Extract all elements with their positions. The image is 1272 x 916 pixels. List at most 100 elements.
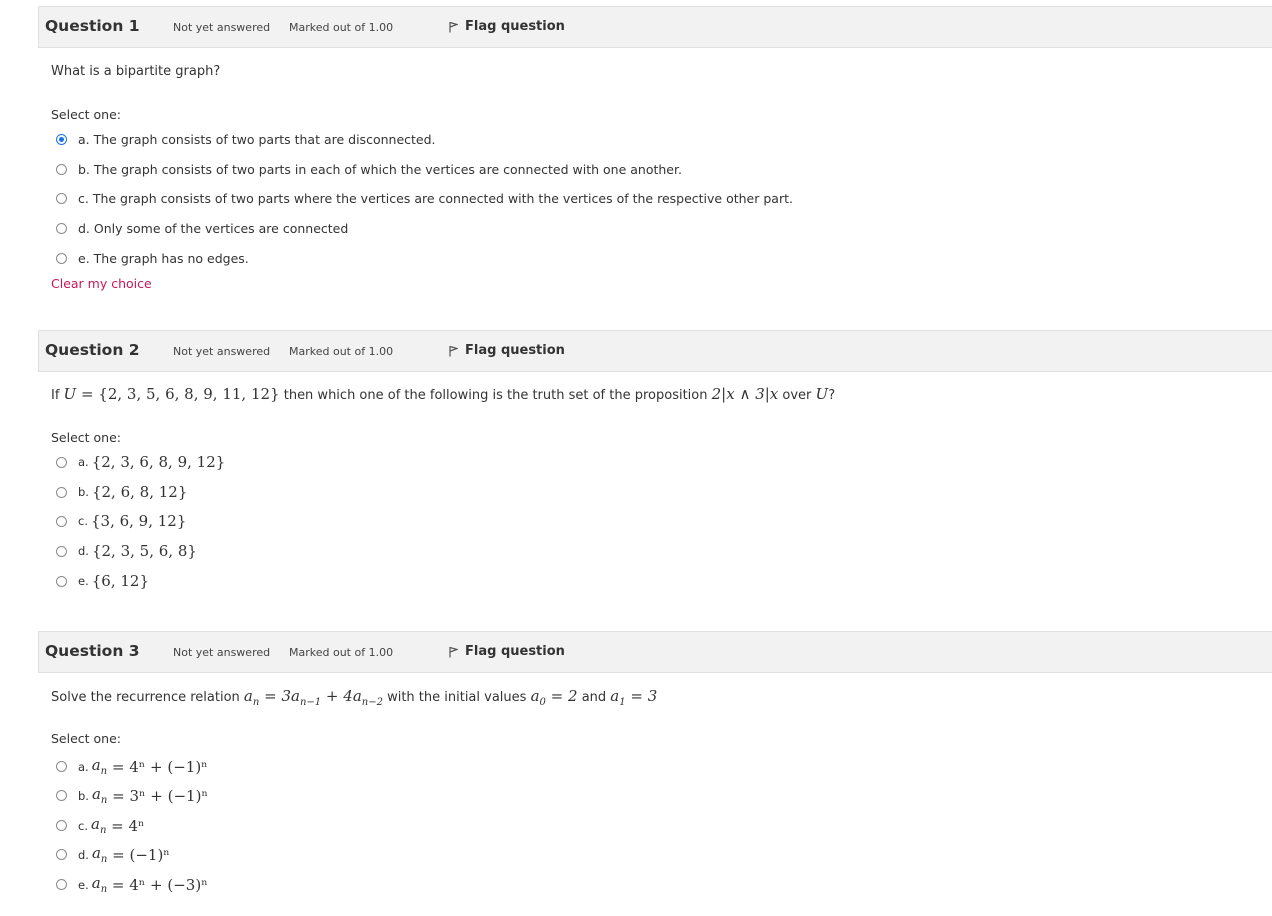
option-rhs: (−1)ⁿ xyxy=(129,845,170,864)
flag-question-label: Flag question xyxy=(465,19,565,34)
q3-option-d[interactable]: d. an = (−1)ⁿ xyxy=(56,844,170,865)
question-2-header: Question 2 Not yet answered Marked out o… xyxy=(38,330,1272,372)
q1-option-c[interactable]: c. The graph consists of two parts where… xyxy=(56,191,793,206)
option-math: {2, 6, 8, 12} xyxy=(91,483,188,501)
q3-option-b[interactable]: b. an = 3ⁿ + (−1)ⁿ xyxy=(56,785,208,806)
radio-button[interactable] xyxy=(56,193,67,204)
q1-option-d[interactable]: d. Only some of the vertices are connect… xyxy=(56,221,348,236)
option-label: e. The graph has no edges. xyxy=(78,251,249,266)
q3-option-e[interactable]: e. an = 4ⁿ + (−3)ⁿ xyxy=(56,874,208,895)
radio-button[interactable] xyxy=(56,879,67,890)
radio-button[interactable] xyxy=(56,456,67,468)
radio-button[interactable] xyxy=(56,820,67,831)
question-mark: Marked out of 1.00 xyxy=(289,345,394,358)
question-state: Not yet answered xyxy=(173,345,271,358)
math-recurrence: an = 3an−1 + 4an−2 xyxy=(243,687,383,708)
radio-button[interactable] xyxy=(56,164,67,175)
math-proposition: 2|x ∧ 3|x xyxy=(711,385,779,403)
flag-question-button[interactable]: Flag question xyxy=(449,343,565,358)
q1-option-a[interactable]: a. The graph consists of two parts that … xyxy=(56,132,436,147)
radio-button[interactable] xyxy=(56,545,67,557)
option-letter: c. xyxy=(78,514,88,528)
question-1-text: What is a bipartite graph? xyxy=(51,64,221,79)
option-math-lhs: an xyxy=(90,815,107,836)
question-state: Not yet answered xyxy=(173,646,271,659)
radio-button[interactable] xyxy=(56,253,67,264)
text-fragment: Solve the recurrence relation xyxy=(51,690,244,705)
q2-option-b[interactable]: b. {2, 6, 8, 12} xyxy=(56,483,187,501)
question-mark: Marked out of 1.00 xyxy=(289,21,394,34)
question-title: Question 2 xyxy=(45,341,140,359)
radio-button[interactable] xyxy=(56,761,67,772)
option-math-lhs: an xyxy=(91,785,108,806)
option-rhs: 4ⁿ xyxy=(128,816,145,835)
radio-button[interactable] xyxy=(56,575,67,587)
option-letter: d. xyxy=(78,544,89,558)
q3-option-a[interactable]: a. an = 4ⁿ + (−1)ⁿ xyxy=(56,756,208,777)
math-initial-a0: a0 = 2 xyxy=(530,687,578,708)
math-set: = {2, 3, 5, 6, 8, 9, 11, 12} xyxy=(76,385,280,403)
q3-option-c[interactable]: c. an = 4ⁿ xyxy=(56,815,145,836)
text-fragment: with the initial values xyxy=(382,690,531,705)
text-fragment: then which one of the following is the t… xyxy=(279,388,712,403)
text-fragment: ? xyxy=(828,388,836,403)
math-variable: U xyxy=(815,385,829,403)
option-label: a. The graph consists of two parts that … xyxy=(78,132,436,147)
radio-button-selected[interactable] xyxy=(56,134,67,145)
option-letter: a. xyxy=(78,759,89,774)
option-letter: d. xyxy=(78,847,89,862)
option-math-rhs: = 4ⁿ + (−3)ⁿ xyxy=(107,875,208,894)
option-math: {6, 12} xyxy=(91,572,149,590)
text-fragment: If xyxy=(51,388,64,403)
q2-option-a[interactable]: a. {2, 3, 6, 8, 9, 12} xyxy=(56,453,225,471)
radio-button[interactable] xyxy=(56,515,67,527)
clear-my-choice-link[interactable]: Clear my choice xyxy=(51,276,152,291)
option-math: {2, 3, 5, 6, 8} xyxy=(91,542,197,560)
option-math-rhs: = 4ⁿ + (−1)ⁿ xyxy=(107,757,208,776)
question-3-text: Solve the recurrence relation an = 3an−1… xyxy=(51,687,657,708)
question-state: Not yet answered xyxy=(173,21,271,34)
q1-option-b[interactable]: b. The graph consists of two parts in ea… xyxy=(56,162,682,177)
flag-question-button[interactable]: Flag question xyxy=(449,644,565,659)
option-math-lhs: an xyxy=(91,844,108,865)
radio-button[interactable] xyxy=(56,790,67,801)
text-fragment: and xyxy=(577,690,611,705)
question-title: Question 1 xyxy=(45,17,140,35)
option-math-rhs: = (−1)ⁿ xyxy=(107,845,170,864)
q2-option-e[interactable]: e. {6, 12} xyxy=(56,572,149,590)
option-math-lhs: an xyxy=(91,874,108,895)
option-letter: e. xyxy=(78,574,89,588)
flag-icon xyxy=(449,646,458,657)
q2-option-c[interactable]: c. {3, 6, 9, 12} xyxy=(56,512,186,530)
radio-button[interactable] xyxy=(56,849,67,860)
q1-option-e[interactable]: e. The graph has no edges. xyxy=(56,251,249,266)
question-3-header: Question 3 Not yet answered Marked out o… xyxy=(38,631,1272,673)
q2-option-d[interactable]: d. {2, 3, 5, 6, 8} xyxy=(56,542,197,560)
select-one-label: Select one: xyxy=(51,430,122,445)
option-letter: b. xyxy=(78,485,89,499)
option-rhs: 4ⁿ + (−3)ⁿ xyxy=(129,875,208,894)
option-letter: b. xyxy=(78,788,89,803)
select-one-label: Select one: xyxy=(51,107,122,122)
radio-button[interactable] xyxy=(56,223,67,234)
question-mark: Marked out of 1.00 xyxy=(289,646,394,659)
option-math: {3, 6, 9, 12} xyxy=(90,512,187,530)
math-variable: U xyxy=(63,385,77,403)
flag-icon xyxy=(449,345,458,356)
flag-question-label: Flag question xyxy=(465,644,565,659)
option-rhs: 4ⁿ + (−1)ⁿ xyxy=(129,757,208,776)
option-math-lhs: an xyxy=(91,756,108,777)
math-initial-a1: a1 = 3 xyxy=(610,687,658,708)
radio-button[interactable] xyxy=(56,486,67,498)
text-fragment: over xyxy=(778,388,816,403)
option-label: d. Only some of the vertices are connect… xyxy=(78,221,349,236)
question-title: Question 3 xyxy=(45,642,140,660)
flag-question-label: Flag question xyxy=(465,343,565,358)
option-label: b. The graph consists of two parts in ea… xyxy=(78,162,682,177)
option-letter: e. xyxy=(78,877,89,892)
option-math-rhs: = 4ⁿ xyxy=(106,816,145,835)
flag-icon xyxy=(449,21,458,32)
option-math-rhs: = 3ⁿ + (−1)ⁿ xyxy=(107,786,208,805)
option-math: {2, 3, 6, 8, 9, 12} xyxy=(91,453,226,471)
flag-question-button[interactable]: Flag question xyxy=(449,19,565,34)
